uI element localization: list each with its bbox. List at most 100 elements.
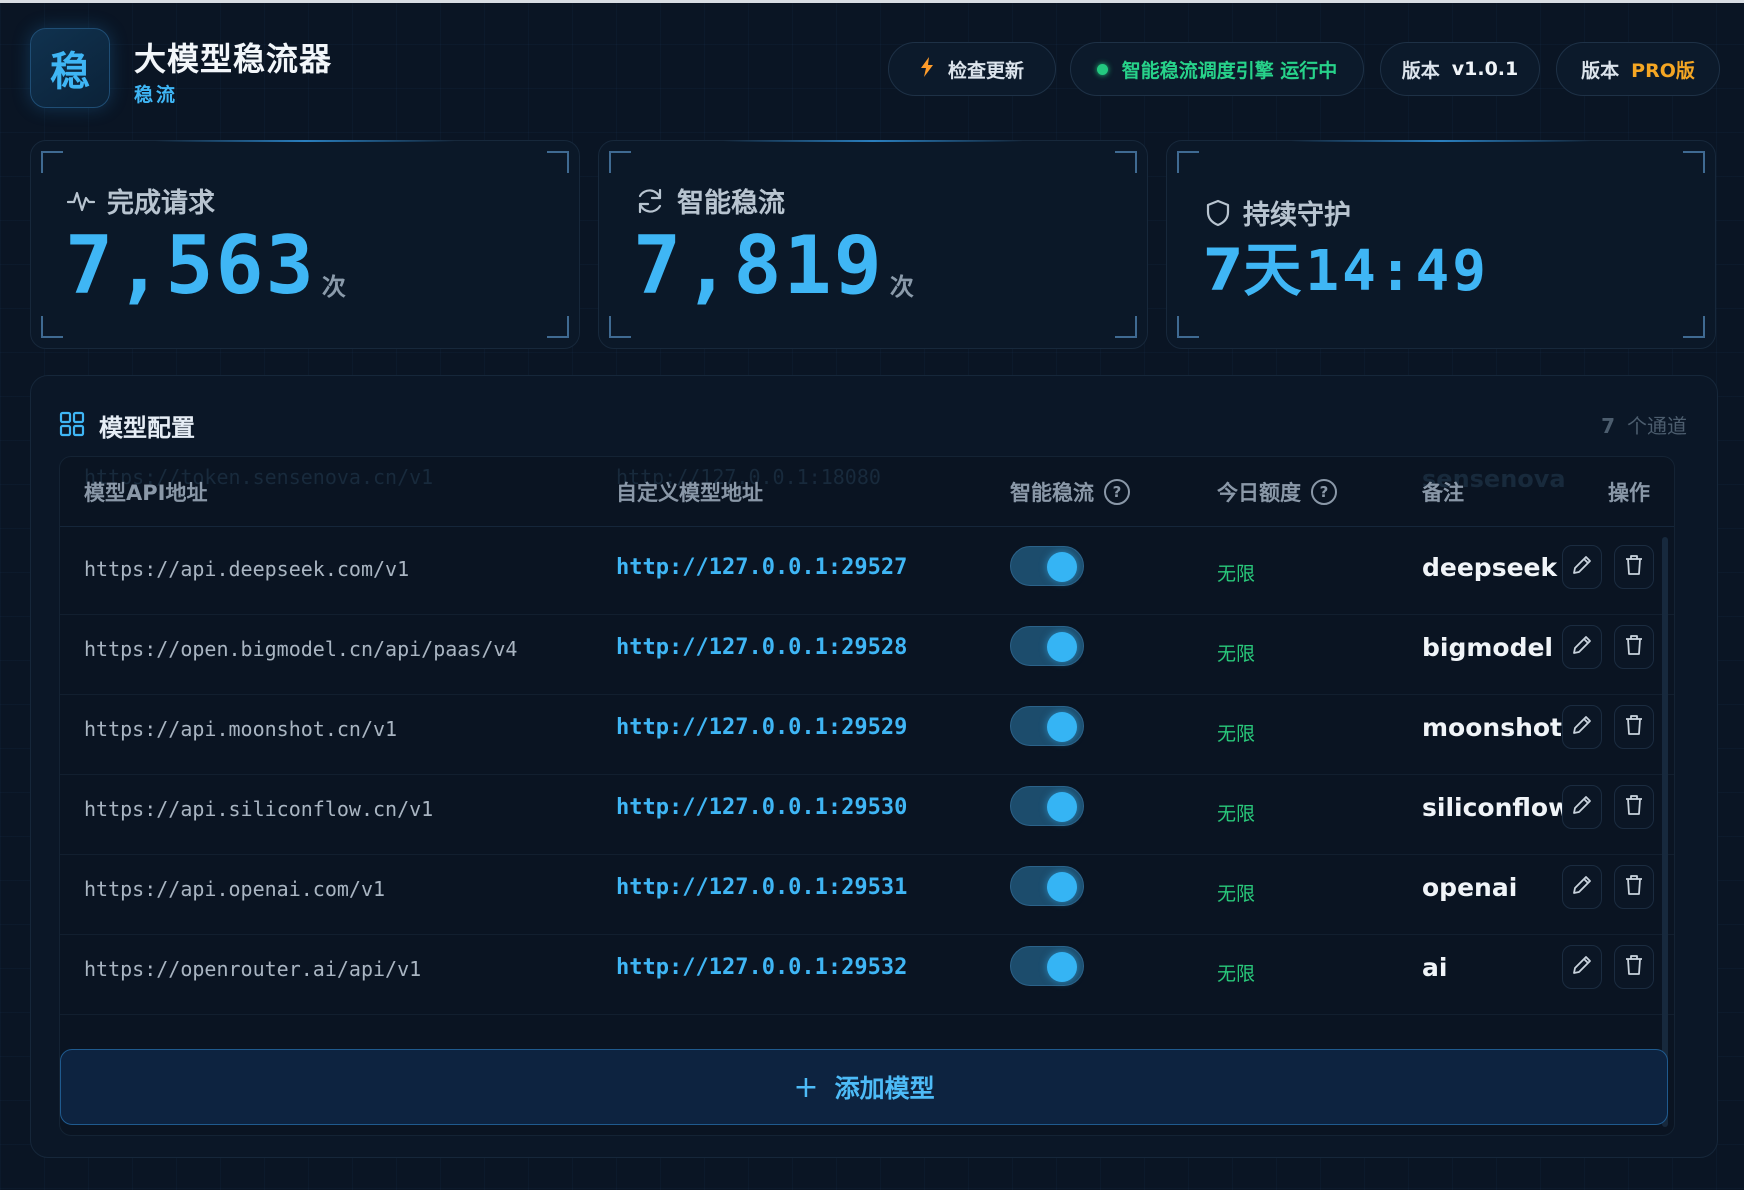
edition-label: 版本 — [1581, 59, 1620, 82]
col-api: 模型API地址 — [84, 481, 208, 505]
help-icon[interactable]: ? — [1104, 479, 1130, 505]
table-scrollbar[interactable] — [1662, 537, 1668, 1127]
col-smart-label: 智能稳流 — [1010, 481, 1094, 505]
custom-url[interactable]: http://127.0.0.1:29531 — [616, 875, 907, 900]
table-row: https://open.bigmodel.cn/api/paas/v4 http… — [60, 607, 1674, 695]
custom-url[interactable]: http://127.0.0.1:29528 — [616, 635, 907, 660]
stat-card-completed: 完成请求 7,563 次 — [30, 140, 580, 349]
custom-url[interactable]: http://127.0.0.1:29532 — [616, 955, 907, 980]
channel-count: 7 个通道 — [1601, 410, 1687, 439]
app-header: 稳 大模型稳流器 稳流 检查更新 智能稳流调度引擎 运行中 版本 v1.0.1 … — [0, 0, 1744, 130]
pencil-icon — [1571, 794, 1593, 820]
check-update-button[interactable]: 检查更新 — [888, 42, 1056, 96]
delete-button[interactable] — [1614, 545, 1654, 589]
channel-count-unit: 个通道 — [1627, 414, 1687, 438]
stat-unit: 次 — [889, 273, 914, 301]
delete-button[interactable] — [1614, 705, 1654, 749]
engine-status-badge: 智能稳流调度引擎 运行中 — [1070, 42, 1364, 96]
lightning-icon — [920, 56, 934, 82]
smart-toggle[interactable] — [1010, 626, 1084, 666]
refresh-icon — [635, 187, 665, 215]
toggle-knob — [1047, 712, 1077, 742]
smart-toggle[interactable] — [1010, 866, 1084, 906]
delete-button[interactable] — [1614, 945, 1654, 989]
toggle-knob — [1047, 792, 1077, 822]
stat-label: 持续守护 — [1243, 200, 1351, 231]
note-value: siliconflow — [1422, 793, 1572, 822]
smart-toggle[interactable] — [1010, 786, 1084, 826]
pencil-icon — [1571, 954, 1593, 980]
smart-toggle[interactable] — [1010, 946, 1084, 986]
smart-toggle[interactable] — [1010, 546, 1084, 586]
edit-button[interactable] — [1562, 785, 1602, 829]
note-value: deepseek — [1422, 553, 1558, 582]
uptime-time: 14:49 — [1305, 239, 1489, 304]
grid-icon — [59, 411, 85, 441]
stat-card-guard: 持续守护 7天 14:49 — [1166, 140, 1716, 349]
stat-card-smart: 智能稳流 7,819 次 — [598, 140, 1148, 349]
engine-status-text: 智能稳流调度引擎 运行中 — [1121, 59, 1338, 82]
delete-button[interactable] — [1614, 785, 1654, 829]
smart-toggle[interactable] — [1010, 706, 1084, 746]
note-value: ai — [1422, 953, 1448, 982]
check-update-label: 检查更新 — [947, 59, 1024, 82]
stat-label: 完成请求 — [107, 188, 215, 219]
edit-button[interactable] — [1562, 865, 1602, 909]
pencil-icon — [1571, 554, 1593, 580]
table-row: https://api.siliconflow.cn/v1 http://127.… — [60, 767, 1674, 855]
version-badge: 版本 v1.0.1 — [1380, 42, 1540, 96]
quota-value: 无限 — [1217, 883, 1256, 905]
edit-button[interactable] — [1562, 545, 1602, 589]
channel-count-number: 7 — [1601, 414, 1615, 438]
edit-button[interactable] — [1562, 625, 1602, 669]
add-model-button[interactable]: + 添加模型 — [60, 1049, 1668, 1125]
trash-icon — [1624, 554, 1644, 580]
model-config-panel: 模型配置 7 个通道 https://token.sensenova.cn/v1 … — [30, 375, 1718, 1158]
logo-glyph: 稳 — [50, 49, 90, 95]
toggle-knob — [1047, 632, 1077, 662]
edit-button[interactable] — [1562, 945, 1602, 989]
table-row: https://openrouter.ai/api/v1 http://127.0… — [60, 927, 1674, 1015]
trash-icon — [1624, 794, 1644, 820]
toggle-knob — [1047, 552, 1077, 582]
table-row: https://api.openai.com/v1 http://127.0.0.… — [60, 847, 1674, 935]
trash-icon — [1624, 874, 1644, 900]
toggle-knob — [1047, 952, 1077, 982]
shield-icon — [1205, 199, 1231, 227]
stat-value: 7,819 — [633, 219, 884, 312]
custom-url[interactable]: http://127.0.0.1:29529 — [616, 715, 907, 740]
help-icon[interactable]: ? — [1311, 479, 1337, 505]
trash-icon — [1624, 954, 1644, 980]
quota-value: 无限 — [1217, 643, 1256, 665]
add-model-label: 添加模型 — [834, 1074, 935, 1103]
version-value: v1.0.1 — [1451, 58, 1519, 80]
api-url: https://api.openai.com/v1 — [84, 877, 386, 901]
custom-url[interactable]: http://127.0.0.1:29530 — [616, 795, 907, 820]
api-url: https://api.siliconflow.cn/v1 — [84, 797, 434, 821]
quota-value: 无限 — [1217, 963, 1256, 985]
status-dot-icon — [1096, 63, 1108, 75]
delete-button[interactable] — [1614, 865, 1654, 909]
toggle-knob — [1047, 872, 1077, 902]
app-subtitle: 稳流 — [134, 84, 179, 106]
edit-button[interactable] — [1562, 705, 1602, 749]
stat-label: 智能稳流 — [677, 188, 785, 219]
note-value: bigmodel — [1422, 633, 1554, 662]
delete-button[interactable] — [1614, 625, 1654, 669]
custom-url[interactable]: http://127.0.0.1:29527 — [616, 555, 907, 580]
stat-unit: 次 — [321, 273, 346, 301]
plus-icon: + — [793, 1069, 819, 1105]
pencil-icon — [1571, 714, 1593, 740]
stat-value: 7,563 — [65, 219, 316, 312]
panel-title: 模型配置 — [99, 414, 195, 442]
table-row: https://api.deepseek.com/v1 http://127.0.… — [60, 527, 1674, 615]
quota-value: 无限 — [1217, 803, 1256, 825]
col-quota-label: 今日额度 — [1217, 481, 1301, 505]
col-smart: 智能稳流 ? — [1010, 477, 1130, 507]
table-row: https://api.moonshot.cn/v1 http://127.0.0… — [60, 687, 1674, 775]
trash-icon — [1624, 634, 1644, 660]
model-table: https://token.sensenova.cn/v1 http://127… — [59, 456, 1675, 1136]
activity-icon — [67, 188, 95, 214]
col-custom: 自定义模型地址 — [616, 481, 763, 505]
api-url: https://open.bigmodel.cn/api/paas/v4 — [84, 637, 518, 661]
